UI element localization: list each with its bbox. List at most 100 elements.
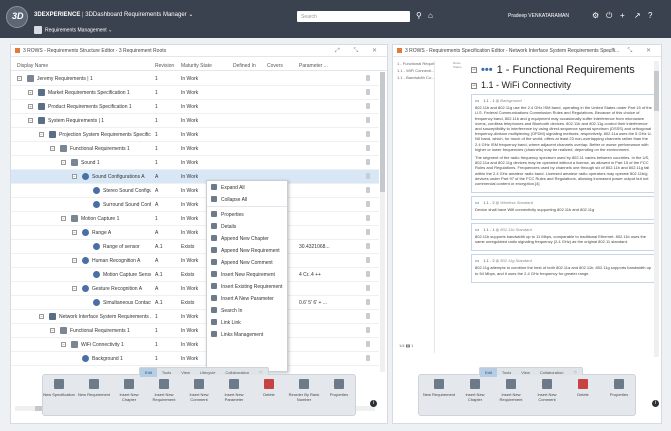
scrollbar-thumb[interactable] <box>654 71 659 111</box>
action-bar-tab[interactable]: Collaboration <box>535 368 569 377</box>
column-header[interactable]: Display Name <box>17 63 48 69</box>
table-row[interactable]: Stereo Sound Configurati A In Work <box>11 184 379 198</box>
search-input[interactable]: Search <box>297 11 410 22</box>
action-button[interactable]: Insert New Comment <box>531 379 563 402</box>
more-icon[interactable]: ••• <box>475 258 479 263</box>
column-header[interactable]: Parameter ... <box>299 63 328 69</box>
requirement-block[interactable]: ••• 1.1 - 2 ◎ 802.11g Standard 802.11g att… <box>471 254 657 283</box>
action-button[interactable]: Reorder By Rank Number <box>288 379 320 402</box>
more-icon[interactable]: ••• <box>481 64 493 76</box>
collapse-icon[interactable]: − <box>39 314 44 319</box>
action-button[interactable]: Insert New Chapter <box>459 379 491 402</box>
collapse-icon[interactable]: − <box>17 76 22 81</box>
action-bar-tab[interactable]: Edit <box>480 368 497 377</box>
info-icon[interactable]: i <box>370 400 377 407</box>
action-bar-tab[interactable]: ♡ <box>568 368 582 377</box>
collapse-icon[interactable]: − <box>61 160 66 165</box>
table-row[interactable]: − WiFi Connectivity 1 1 In Work <box>11 338 379 352</box>
table-row[interactable]: + Product Requirements Specification 1 1 In… <box>11 100 379 114</box>
toc-item[interactable]: 1.1 - WiFi Connecti... <box>397 68 434 73</box>
table-row[interactable]: Simultaneous Contact Re... A.1 Exists 0.6' … <box>11 296 379 310</box>
context-menu-item[interactable]: Append New Comment <box>207 256 287 268</box>
compass-logo-icon[interactable]: 3D <box>6 6 28 28</box>
expand-icon[interactable]: + <box>28 104 33 109</box>
action-bar-tab[interactable]: View <box>516 368 535 377</box>
table-row[interactable]: − Network Interface System Requirements .… <box>11 310 379 324</box>
column-header[interactable]: Maturity State <box>181 63 212 69</box>
table-row[interactable]: − System Requirements | 1 1 In Work <box>11 114 379 128</box>
user-name[interactable]: Pradeep VENKATARAMAN <box>508 13 569 19</box>
info-icon[interactable]: i <box>652 400 659 407</box>
context-menu-item[interactable]: Append New Requirement <box>207 244 287 256</box>
help-icon[interactable]: ? <box>648 11 652 21</box>
action-button[interactable]: Insert New Comment <box>183 379 215 402</box>
vertical-scrollbar[interactable] <box>380 72 385 372</box>
table-row[interactable]: + Market Requirements Specification 1 1 In … <box>11 86 379 100</box>
action-button[interactable]: New Specification <box>43 379 75 397</box>
collapse-icon[interactable]: − <box>72 286 77 291</box>
more-icon[interactable]: ••• <box>475 200 479 205</box>
action-button[interactable]: Insert New Parameter <box>218 379 250 402</box>
requirement-block[interactable]: ••• 1.1 - 1 ◎ Background 802.11b and 802.1… <box>471 94 657 194</box>
chapter-heading[interactable]: − ••• 1 - Functional Requirements <box>471 63 657 77</box>
action-bar-tab[interactable]: Collaboration <box>220 368 254 377</box>
context-menu-item[interactable]: Insert Existing Requirement <box>207 280 287 292</box>
context-menu-item[interactable]: Properties <box>207 208 287 220</box>
collapse-icon[interactable]: − <box>28 118 33 123</box>
collapse-icon[interactable]: − <box>39 132 44 137</box>
action-button[interactable]: Properties <box>323 379 355 397</box>
table-row[interactable]: − Projection System Requirements Specific… <box>11 128 379 142</box>
collapse-icon[interactable]: − <box>72 258 77 263</box>
table-row[interactable]: Motion Capture Sensor M... A.1 Exists 4 Cr.… <box>11 268 379 282</box>
action-bar-tab[interactable]: Lifecycle <box>195 368 221 377</box>
panel-controls[interactable]: ⤢ ⤡ ✕ <box>335 47 383 55</box>
collapse-icon[interactable]: − <box>50 146 55 151</box>
action-button[interactable]: Insert New Chapter <box>113 379 145 402</box>
table-row[interactable]: − Jeremy Requirements | 1 1 In Work <box>11 72 379 86</box>
column-header[interactable]: Defined In <box>233 63 256 69</box>
vertical-scrollbar[interactable] <box>654 61 659 357</box>
context-menu-item[interactable]: Link Link <box>207 316 287 328</box>
action-button[interactable]: Properties <box>603 379 635 397</box>
expand-icon[interactable]: + <box>28 90 33 95</box>
requirement-block[interactable]: ••• 1.1 - 1 ◎ 802.11b Standard 802.11b sup… <box>471 222 657 252</box>
table-row[interactable]: − Range A A In Work <box>11 226 379 240</box>
action-button[interactable]: Delete <box>567 379 599 397</box>
more-icon[interactable]: ••• <box>475 227 479 232</box>
column-header[interactable]: Revision <box>155 63 174 69</box>
action-button[interactable]: New Requirement <box>78 379 110 397</box>
context-menu-item[interactable]: Expand All <box>207 181 287 193</box>
action-button[interactable]: New Requirement <box>423 379 455 397</box>
table-row[interactable]: Range of sensor A.1 Exists 30.4321068... <box>11 240 379 254</box>
collapse-icon[interactable]: − <box>61 342 66 347</box>
power-icon[interactable]: ⏻ <box>606 11 612 21</box>
action-bar-tab[interactable]: Tools <box>497 368 516 377</box>
collapse-icon[interactable]: − <box>471 82 477 89</box>
action-button[interactable]: Insert New Requirement <box>148 379 180 402</box>
more-icon[interactable]: ••• <box>475 98 479 103</box>
subchapter-heading[interactable]: −1.1 - WiFi Connectivity <box>471 79 657 91</box>
action-bar-tab[interactable]: ♡ <box>254 368 268 377</box>
action-bar-tab[interactable]: Tools <box>157 368 176 377</box>
context-menu-item[interactable]: Collapse All <box>207 193 287 205</box>
scrollbar-thumb[interactable] <box>380 72 385 192</box>
dashboard-tab[interactable]: Requirements Management ⌄ <box>34 26 164 36</box>
table-row[interactable]: Surround Sound Configur... A In Work <box>11 198 379 212</box>
action-bar-tab[interactable]: Edit <box>140 368 157 377</box>
table-row[interactable]: − Human Recognition A A In Work <box>11 254 379 268</box>
action-bar-tab[interactable]: View <box>176 368 195 377</box>
panel-controls[interactable]: ⤢ ⤡ ✕ <box>609 47 657 55</box>
table-row[interactable]: − Sound Configurations A A In Work <box>11 170 379 184</box>
action-button[interactable]: Delete <box>253 379 285 397</box>
table-row[interactable]: − Gesture Recognition A A In Work <box>11 282 379 296</box>
table-row[interactable]: Background 1 1 In Work <box>11 352 379 366</box>
chevron-down-icon[interactable]: ⌄ <box>108 27 112 33</box>
table-row[interactable]: − Functional Requirements 1 1 In Work <box>11 324 379 338</box>
tag-icon[interactable]: ⌂ <box>428 11 433 21</box>
action-button[interactable]: Insert New Requirement <box>495 379 527 402</box>
collapse-icon[interactable]: − <box>72 174 77 179</box>
gear-icon[interactable]: ⚙ <box>592 11 599 21</box>
chevron-down-icon[interactable]: ⌄ <box>188 12 193 18</box>
requirement-block[interactable]: ••• 1.1 - 2 ◎ Wireless Standard Device sha… <box>471 196 657 220</box>
toc-item[interactable]: 1 - Functional Requir... <box>397 61 434 66</box>
